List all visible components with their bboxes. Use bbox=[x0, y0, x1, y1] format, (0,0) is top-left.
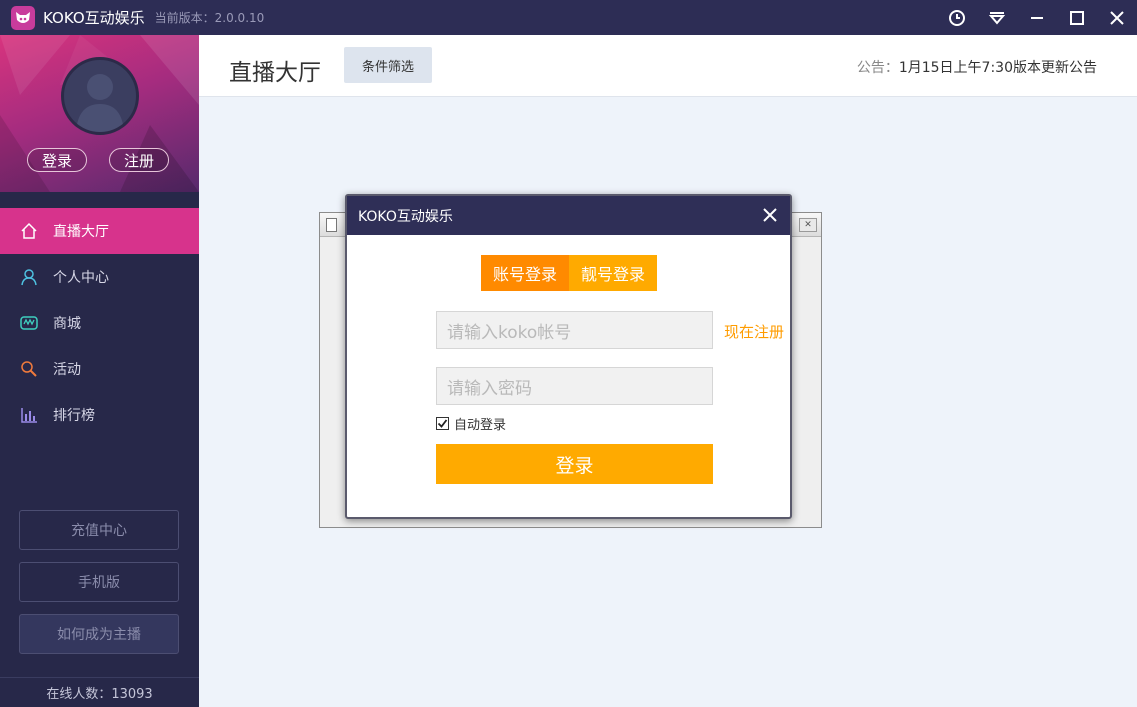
account-input[interactable]: 请输入koko帐号 bbox=[436, 311, 713, 349]
online-count: 在线人数：13093 bbox=[0, 677, 199, 707]
title-bar: KOKO互动娱乐 当前版本：2.0.0.10 bbox=[0, 0, 1137, 35]
announcement-label: 公告： bbox=[856, 60, 899, 76]
person-icon bbox=[19, 267, 39, 287]
history-icon[interactable] bbox=[937, 0, 977, 35]
login-tabs: 账号登录 靓号登录 bbox=[481, 255, 657, 291]
app-title: KOKO互动娱乐 bbox=[43, 9, 145, 27]
sidebar-item-label: 商城 bbox=[53, 316, 81, 332]
login-button[interactable]: 登录 bbox=[27, 148, 87, 172]
document-icon bbox=[326, 218, 337, 232]
dialog-title: KOKO互动娱乐 bbox=[358, 208, 453, 225]
sidebar-item-label: 排行榜 bbox=[53, 408, 95, 424]
checkmark-icon bbox=[437, 419, 448, 428]
auto-login-checkbox[interactable] bbox=[436, 417, 449, 430]
login-submit-button[interactable]: 登录 bbox=[436, 444, 713, 484]
profile-panel: 登录 注册 bbox=[0, 35, 199, 192]
activity-icon bbox=[19, 359, 39, 379]
sidebar-item-label: 个人中心 bbox=[53, 270, 109, 286]
tab-account-login[interactable]: 账号登录 bbox=[481, 255, 569, 291]
home-icon bbox=[19, 221, 39, 241]
sidebar-item-ranking[interactable]: 排行榜 bbox=[0, 392, 199, 438]
tab-pretty-number-login[interactable]: 靓号登录 bbox=[569, 255, 657, 291]
auto-login-label: 自动登录 bbox=[454, 418, 507, 433]
maximize-icon[interactable] bbox=[1057, 0, 1097, 35]
register-button[interactable]: 注册 bbox=[109, 148, 169, 172]
background-close-icon[interactable]: ✕ bbox=[799, 218, 817, 232]
avatar[interactable] bbox=[61, 57, 139, 135]
announcement[interactable]: 公告：1月15日上午7:30版本更新公告 bbox=[857, 57, 1097, 77]
login-dialog: KOKO互动娱乐 账号登录 靓号登录 请输入koko帐号 现在注册 请输入密码 … bbox=[345, 194, 792, 519]
close-icon[interactable] bbox=[1097, 0, 1137, 35]
sidebar-item-shop[interactable]: 商城 bbox=[0, 300, 199, 346]
sidebar-item-label: 活动 bbox=[53, 362, 81, 378]
version-label: 当前版本：2.0.0.10 bbox=[154, 11, 265, 25]
announcement-text[interactable]: 1月15日上午7:30版本更新公告 bbox=[899, 60, 1097, 76]
recharge-center-button[interactable]: 充值中心 bbox=[19, 510, 179, 550]
user-silhouette-icon bbox=[76, 74, 124, 132]
filter-button[interactable]: 条件筛选 bbox=[344, 47, 432, 83]
minimize-icon[interactable] bbox=[1017, 0, 1057, 35]
auto-login-row[interactable]: 自动登录 bbox=[436, 414, 506, 433]
sidebar-item-personal-center[interactable]: 个人中心 bbox=[0, 254, 199, 300]
shop-icon bbox=[19, 313, 39, 333]
ranking-icon bbox=[19, 405, 39, 425]
content-header: 直播大厅 条件筛选 公告：1月15日上午7:30版本更新公告 bbox=[199, 35, 1137, 97]
app-logo-icon bbox=[11, 5, 35, 30]
sidebar: 登录 注册 直播大厅 个人中心 商城 活动 排行榜 充值中心 手机版 如何成为主… bbox=[0, 35, 199, 707]
dialog-titlebar: KOKO互动娱乐 bbox=[347, 196, 790, 235]
page-title: 直播大厅 bbox=[229, 60, 321, 86]
dialog-close-icon[interactable] bbox=[760, 205, 780, 225]
sidebar-item-activity[interactable]: 活动 bbox=[0, 346, 199, 392]
password-input[interactable]: 请输入密码 bbox=[436, 367, 713, 405]
sidebar-nav: 直播大厅 个人中心 商城 活动 排行榜 bbox=[0, 208, 199, 438]
dropdown-menu-icon[interactable] bbox=[977, 0, 1017, 35]
register-now-link[interactable]: 现在注册 bbox=[724, 321, 784, 342]
sidebar-item-live-hall[interactable]: 直播大厅 bbox=[0, 208, 199, 254]
become-host-button[interactable]: 如何成为主播 bbox=[19, 614, 179, 654]
sidebar-item-label: 直播大厅 bbox=[53, 224, 109, 240]
mobile-version-button[interactable]: 手机版 bbox=[19, 562, 179, 602]
